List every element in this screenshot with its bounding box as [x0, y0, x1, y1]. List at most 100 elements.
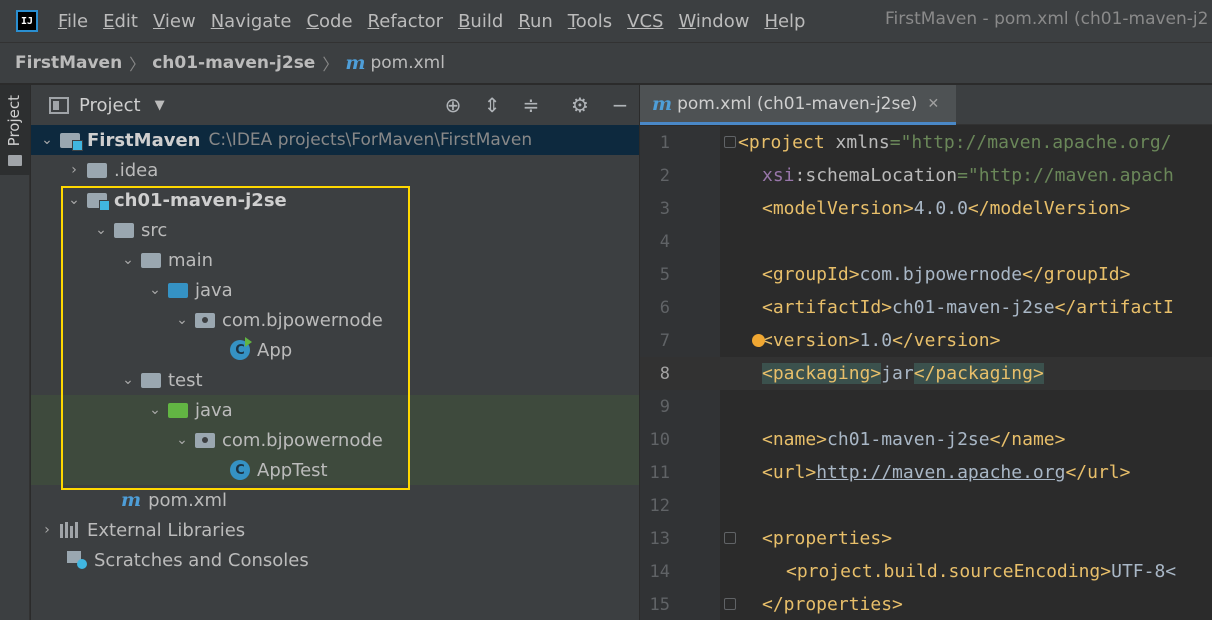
menu-refactor[interactable]: Refactor: [368, 11, 444, 32]
chevron-down-icon[interactable]: ⌄: [148, 402, 162, 418]
tree-item-label: .idea: [114, 159, 159, 181]
tree-item-test-java[interactable]: ⌄ java: [31, 395, 639, 425]
lightbulb-icon[interactable]: [752, 334, 765, 347]
line-number: 15: [649, 594, 670, 615]
line-number: 1: [659, 132, 670, 153]
menu-label: VCS: [627, 10, 664, 32]
project-panel: Project ▼ ⊕ ⇕ ≑ ⚙ − ⌄ FirstMaven C:\IDEA…: [31, 85, 639, 620]
chevron-down-icon[interactable]: ⌄: [121, 372, 135, 388]
project-tool-tab[interactable]: Project: [0, 85, 30, 175]
chevron-down-icon[interactable]: ⌄: [40, 132, 54, 148]
menu-vcs[interactable]: VCS: [627, 11, 663, 32]
menu-mnemonic: E: [103, 10, 115, 32]
tree-item-module[interactable]: ⌄ ch01-maven-j2se: [31, 185, 639, 215]
xml-tag: <artifactId>: [762, 297, 893, 318]
maven-file-icon: m: [345, 52, 366, 74]
tree-item-apptest[interactable]: C AppTest: [31, 455, 639, 485]
breadcrumb-project[interactable]: FirstMaven: [15, 53, 122, 73]
menu-view[interactable]: View: [153, 11, 196, 32]
editor: m pom.xml (ch01-maven-j2se) ✕ 1 <project…: [640, 85, 1212, 620]
project-panel-title[interactable]: Project: [79, 95, 141, 116]
tree-item-firstmaven[interactable]: ⌄ FirstMaven C:\IDEA projects\ForMaven\F…: [31, 125, 639, 155]
chevron-down-icon[interactable]: ⌄: [94, 222, 108, 238]
tree-item-idea[interactable]: › .idea: [31, 155, 639, 185]
xml-url-link[interactable]: http://maven.apache.org: [816, 462, 1065, 483]
tree-item-main-package[interactable]: ⌄ com.bjpowernode: [31, 305, 639, 335]
xml-tag: <modelVersion>: [762, 198, 914, 219]
menu-help[interactable]: Help: [764, 11, 805, 32]
tree-item-src[interactable]: ⌄ src: [31, 215, 639, 245]
chevron-down-icon[interactable]: ⌄: [148, 282, 162, 298]
java-class-icon: C: [230, 460, 250, 480]
code-line[interactable]: 4: [640, 225, 1212, 258]
code-line[interactable]: 7 <version> 1.0 </version>: [640, 324, 1212, 357]
fold-icon[interactable]: [724, 598, 736, 610]
code-line[interactable]: 5 <groupId> com.bjpowernode </groupId>: [640, 258, 1212, 291]
chevron-down-icon[interactable]: ▼: [155, 98, 165, 113]
tree-item-main-java[interactable]: ⌄ java: [31, 275, 639, 305]
menu-mnemonic: N: [210, 10, 225, 32]
menu-window[interactable]: Window: [678, 11, 749, 32]
chevron-right-icon[interactable]: ›: [40, 522, 54, 538]
code-line[interactable]: 6 <artifactId> ch01-maven-j2se </artifactI: [640, 291, 1212, 324]
left-tool-strip: Project: [0, 85, 30, 620]
chevron-down-icon[interactable]: ⌄: [175, 312, 189, 328]
chevron-down-icon[interactable]: ⌄: [67, 192, 81, 208]
tree-item-main[interactable]: ⌄ main: [31, 245, 639, 275]
code-line-current[interactable]: 8 <packaging> jar </packaging>: [640, 357, 1212, 390]
menu-navigate[interactable]: Navigate: [211, 11, 292, 32]
tree-item-label: App: [257, 339, 293, 361]
expand-all-icon[interactable]: ⇕: [480, 93, 504, 117]
tree-item-test-package[interactable]: ⌄ com.bjpowernode: [31, 425, 639, 455]
gear-icon[interactable]: ⚙: [568, 93, 592, 117]
menu-build[interactable]: Build: [458, 11, 503, 32]
code-line[interactable]: 12: [640, 489, 1212, 522]
code-line[interactable]: 14 <project.build.sourceEncoding> UTF-8<: [640, 555, 1212, 588]
xml-value: "http://maven.apache.org/: [900, 132, 1172, 153]
tree-item-label: FirstMaven: [87, 129, 201, 151]
chevron-right-icon[interactable]: ›: [67, 162, 81, 178]
menu-label: efactor: [379, 10, 444, 32]
locate-icon[interactable]: ⊕: [441, 93, 465, 117]
menu-run[interactable]: Run: [518, 11, 553, 32]
tree-item-label: AppTest: [257, 459, 328, 481]
chevron-down-icon[interactable]: ⌄: [175, 432, 189, 448]
line-number: 6: [659, 297, 670, 318]
maven-file-icon: m: [652, 92, 673, 115]
menu-tools[interactable]: Tools: [568, 11, 612, 32]
tree-item-external-libraries[interactable]: › External Libraries: [31, 515, 639, 545]
menu-edit[interactable]: Edit: [103, 11, 138, 32]
xml-tag: <project: [738, 132, 825, 153]
maven-file-icon: m: [121, 489, 142, 511]
menu-mnemonic: T: [567, 10, 576, 32]
code-line[interactable]: 2 xsi:schemaLocation = "http://maven.apach: [640, 159, 1212, 192]
code-line[interactable]: 10 <name> ch01-maven-j2se </name>: [640, 423, 1212, 456]
collapse-all-icon[interactable]: ≑: [519, 93, 543, 117]
folder-icon: [114, 222, 134, 238]
hide-icon[interactable]: −: [608, 93, 632, 117]
menu-bar: IJ File Edit View Navigate Code Refactor…: [0, 0, 1212, 42]
xml-text: 1.0: [859, 330, 893, 351]
fold-icon[interactable]: [724, 136, 736, 148]
breadcrumb-file[interactable]: pom.xml: [370, 53, 445, 73]
tree-item-app[interactable]: C App: [31, 335, 639, 365]
package-icon: [195, 312, 215, 328]
folder-icon: [141, 372, 161, 388]
line-number: 10: [649, 429, 670, 450]
menu-label: uild: [470, 10, 504, 32]
breadcrumb-module[interactable]: ch01-maven-j2se: [152, 53, 315, 73]
xml-tag: </url>: [1065, 462, 1131, 483]
fold-icon[interactable]: [724, 532, 736, 544]
tree-item-test[interactable]: ⌄ test: [31, 365, 639, 395]
code-line[interactable]: 3 <modelVersion> 4.0.0 </modelVersion>: [640, 192, 1212, 225]
code-line[interactable]: 11 <url> http://maven.apache.org </url>: [640, 456, 1212, 489]
tab-pom-xml[interactable]: m pom.xml (ch01-maven-j2se) ✕: [640, 85, 956, 125]
tree-item-pom[interactable]: m pom.xml: [31, 485, 639, 515]
menu-file[interactable]: File: [58, 11, 88, 32]
close-icon[interactable]: ✕: [927, 96, 939, 112]
chevron-down-icon[interactable]: ⌄: [121, 252, 135, 268]
xml-tag: <project.build.sourceEncoding>: [786, 561, 1112, 582]
tree-item-scratches[interactable]: Scratches and Consoles: [31, 545, 639, 575]
menu-code[interactable]: Code: [306, 11, 352, 32]
code-line[interactable]: 9: [640, 390, 1212, 423]
